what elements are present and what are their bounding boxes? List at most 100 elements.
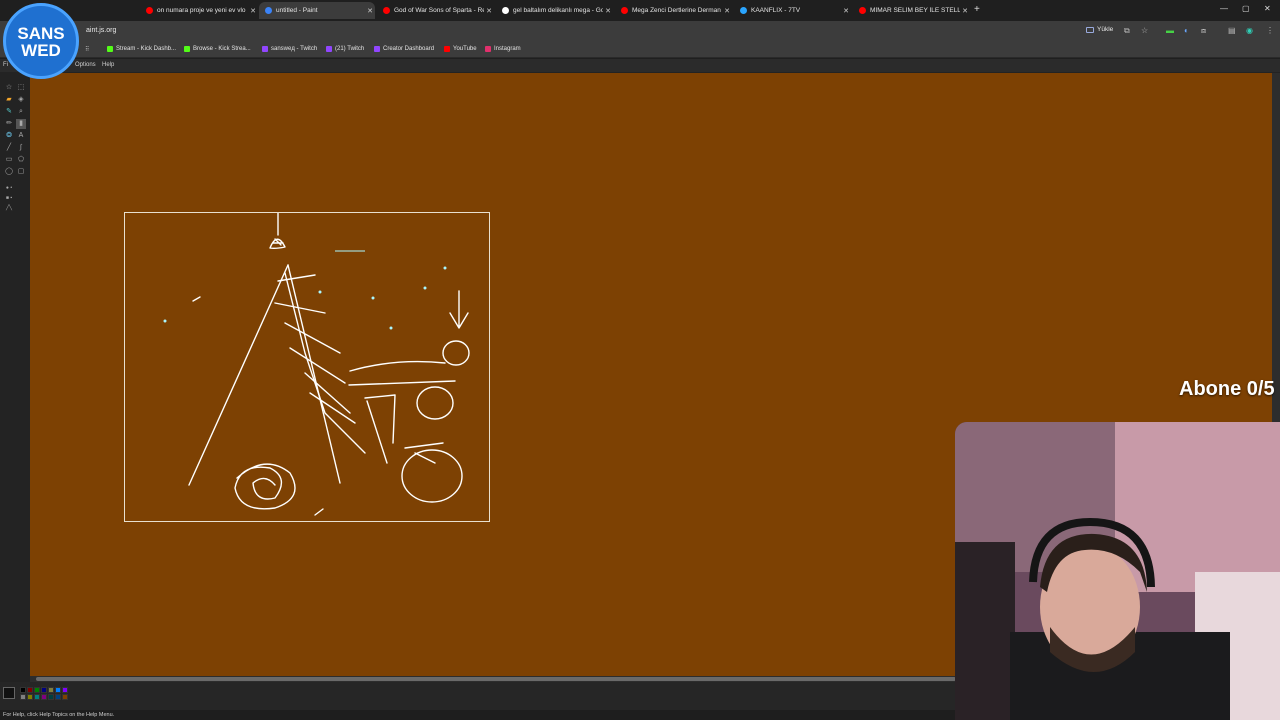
extension-icon[interactable]: ▬	[1166, 26, 1174, 35]
bookmark[interactable]: sansweд - Twitch	[262, 46, 317, 52]
menu-bar: Fi Options Help	[0, 59, 1280, 72]
bookmark[interactable]: YouTube	[444, 46, 477, 52]
bookmark[interactable]: Browse - Kick Strea...	[184, 46, 251, 52]
palette-swatch[interactable]	[55, 687, 61, 693]
bookmarks-bar: ⠿ Stream - Kick Dashb... Browse - Kick S…	[0, 42, 1280, 58]
maximize-icon[interactable]: ▢	[1242, 4, 1250, 13]
kick-icon	[107, 46, 113, 52]
bookmark-label: Browse - Kick Strea...	[193, 46, 251, 52]
tab-title: gel baltalım delikanlı mega - Go	[513, 7, 603, 14]
ellipse-icon[interactable]: ◯	[4, 167, 14, 177]
minimize-icon[interactable]: —	[1220, 4, 1228, 13]
free-select-icon[interactable]: ☆	[4, 83, 14, 93]
rounded-rect-icon[interactable]: ▢	[16, 167, 26, 177]
palette-swatch[interactable]	[41, 687, 47, 693]
youtube-icon	[146, 7, 153, 14]
tab-title: MİMAR SELİM BEY İLE STELLA	[870, 7, 960, 14]
magnifier-icon[interactable]: ⌕	[16, 107, 26, 117]
sidebar-icon[interactable]: ▤	[1228, 26, 1236, 35]
menu-help[interactable]: Help	[102, 62, 114, 68]
translate-icon[interactable]: ⧉	[1124, 26, 1130, 36]
palette-swatch[interactable]	[48, 687, 54, 693]
drawing-strokes	[163, 212, 470, 516]
close-icon[interactable]: ✕	[960, 7, 970, 15]
screen: { "browser": { "tabs": [ {"title": "on n…	[0, 0, 1280, 720]
close-icon[interactable]: ✕	[365, 7, 375, 15]
brush-icon[interactable]: ▮	[16, 119, 26, 129]
menu-file[interactable]: Fi	[3, 62, 8, 68]
extensions-puzzle-icon[interactable]: ⧈	[1201, 26, 1206, 36]
profile-icon[interactable]: ◉	[1246, 26, 1253, 35]
close-icon[interactable]: ✕	[722, 7, 732, 15]
palette-swatch[interactable]	[34, 687, 40, 693]
bookmark-label: sansweд - Twitch	[271, 46, 318, 52]
palette-swatch[interactable]	[27, 694, 33, 700]
youtube-icon	[444, 46, 450, 52]
palette-swatch[interactable]	[62, 687, 68, 693]
monitor-icon	[1086, 26, 1094, 33]
browser-tab-active[interactable]: untitled - Paint ✕	[259, 2, 375, 19]
airbrush-icon[interactable]: ❂	[4, 131, 14, 141]
paint-icon	[265, 7, 272, 14]
twitch-icon	[374, 46, 380, 52]
palette-swatch[interactable]	[55, 694, 61, 700]
browser-tab[interactable]: Mega Zenci Dertlerine Derman ✕	[615, 2, 732, 19]
close-icon[interactable]: ✕	[841, 7, 851, 15]
brush-size-icon[interactable]: ● •	[4, 183, 14, 193]
pencil-icon[interactable]: ✏	[4, 119, 14, 129]
close-icon[interactable]: ✕	[484, 7, 494, 15]
tab-title: God of War Sons of Sparta - Re	[394, 7, 484, 14]
install-button[interactable]: Yükle	[1086, 26, 1113, 33]
select-icon[interactable]: ⬚	[16, 83, 26, 93]
bookmark[interactable]: (21) Twitch	[326, 46, 364, 52]
extension-icon[interactable]: ◐	[1184, 26, 1189, 35]
palette-swatch[interactable]	[34, 694, 40, 700]
drawing-frame[interactable]	[124, 212, 490, 522]
fill-icon[interactable]: ◈	[16, 95, 26, 105]
new-tab-button[interactable]: +	[974, 4, 980, 15]
youtube-icon	[621, 7, 628, 14]
close-window-icon[interactable]: ✕	[1264, 4, 1271, 13]
brush-shape-icon[interactable]: ╱╲	[4, 203, 14, 213]
browser-tab[interactable]: on numara proje ve yeni ev vlo ✕	[140, 2, 258, 19]
close-icon[interactable]: ✕	[248, 7, 258, 15]
palette-swatch[interactable]	[20, 687, 26, 693]
palette-swatch[interactable]	[27, 687, 33, 693]
curve-icon[interactable]: ∫	[16, 143, 26, 153]
browser-tab[interactable]: God of War Sons of Sparta - Re ✕	[377, 2, 494, 19]
rectangle-icon[interactable]: ▭	[4, 155, 14, 165]
7tv-icon	[740, 7, 747, 14]
browser-tab[interactable]: MİMAR SELİM BEY İLE STELLA ✕	[853, 2, 970, 19]
palette-swatch[interactable]	[48, 694, 54, 700]
instagram-icon	[485, 46, 491, 52]
apps-icon[interactable]: ⠿	[85, 46, 89, 53]
tab-title: KAANFLIX - 7TV	[751, 7, 801, 14]
palette-swatch[interactable]	[20, 694, 26, 700]
text-icon[interactable]: A	[16, 131, 26, 141]
eraser-icon[interactable]: ▰	[4, 95, 14, 105]
channel-logo: SANS WED	[3, 3, 79, 79]
browser-tab[interactable]: KAANFLIX - 7TV ✕	[734, 2, 851, 19]
bookmark-label: YouTube	[453, 46, 477, 52]
menu-options[interactable]: Options	[75, 62, 96, 68]
close-icon[interactable]: ✕	[603, 7, 613, 15]
palette-swatch[interactable]	[41, 694, 47, 700]
address-bar[interactable]: aint.js.org	[86, 27, 116, 34]
palette-swatch[interactable]	[62, 694, 68, 700]
menu-dots-icon[interactable]: ⋮	[1266, 26, 1274, 35]
color-picker-icon[interactable]: ✎	[4, 107, 14, 117]
browser-tab[interactable]: gel baltalım delikanlı mega - Go ✕	[496, 2, 613, 19]
bookmark-label: (21) Twitch	[335, 46, 365, 52]
bookmark-label: Creator Dashboard	[383, 46, 435, 52]
bookmark[interactable]: Stream - Kick Dashb...	[107, 46, 176, 52]
bookmark[interactable]: Creator Dashboard	[374, 46, 434, 52]
current-colors[interactable]	[3, 687, 15, 699]
webcam-image	[955, 422, 1280, 720]
bookmark[interactable]: Instagram	[485, 46, 521, 52]
scrollbar-thumb[interactable]	[36, 677, 956, 681]
brush-size-icon[interactable]: ■ ▪	[4, 193, 14, 203]
star-icon[interactable]: ☆	[1141, 26, 1148, 35]
polygon-icon[interactable]: ⬠	[16, 155, 26, 165]
line-icon[interactable]: ╱	[4, 143, 14, 153]
bookmark-label: Stream - Kick Dashb...	[116, 46, 177, 52]
